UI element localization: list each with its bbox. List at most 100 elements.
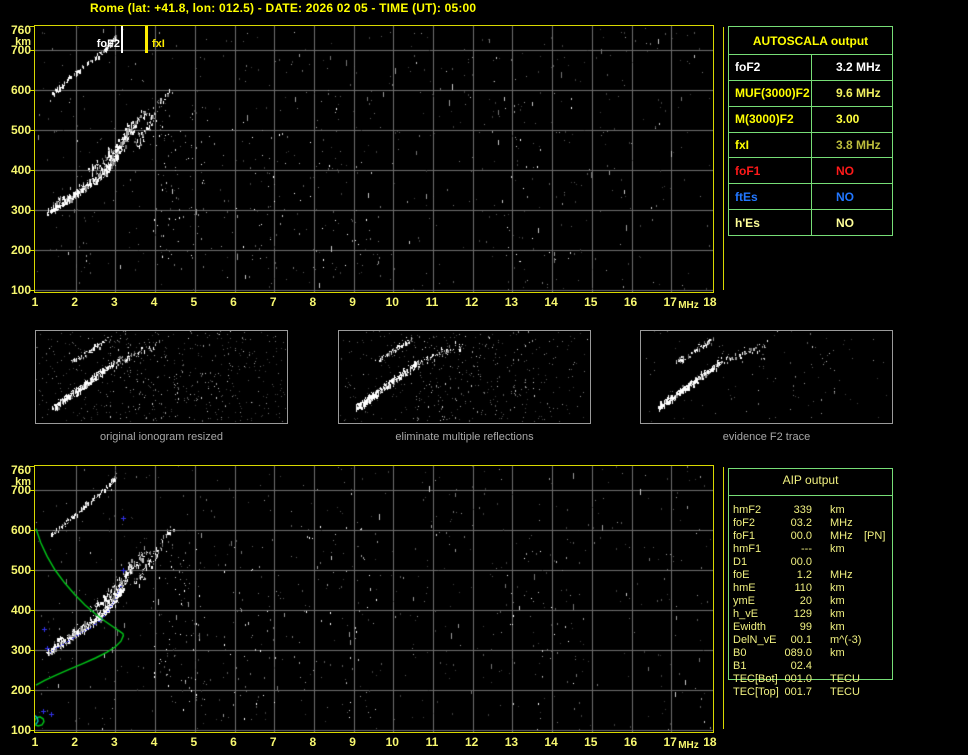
x-axis-tick-label: 12 xyxy=(465,735,479,749)
thumbnail-caption-evidence: evidence F2 trace xyxy=(722,431,811,443)
right-frame-line-top xyxy=(723,27,724,290)
autoscala-row-label: MUF(3000)F2 xyxy=(729,80,812,106)
x-axis-tick-label: 8 xyxy=(309,735,317,749)
fxi-marker-label: fxI xyxy=(152,38,165,50)
y-axis-tick-label: 700 xyxy=(10,43,31,57)
autoscala-table-header: AUTOSCALA output xyxy=(729,27,892,55)
aip-row: hmF1 --- km xyxy=(728,543,898,555)
thumbnail-original-ionogram xyxy=(35,330,288,424)
y-axis-tick-mark xyxy=(30,90,34,91)
fof2-marker-line xyxy=(121,26,124,53)
x-axis-tick-label: 6 xyxy=(230,735,237,749)
y-axis-tick-label: 760 xyxy=(10,463,31,477)
autoscala-row: ftEs NO xyxy=(729,184,892,211)
aip-row: D1 00.0 xyxy=(728,556,898,568)
x-axis-tick-label: 15 xyxy=(584,295,598,309)
y-axis-tick-mark xyxy=(30,466,34,467)
autoscala-row-value: NO xyxy=(836,189,854,204)
aip-row-value: 00.0 xyxy=(790,530,812,542)
x-axis-tick-label: 7 xyxy=(269,295,277,309)
x-axis-tick-label: 3 xyxy=(111,295,118,309)
x-axis-tick-label: 2 xyxy=(71,295,79,309)
y-axis-tick-mark xyxy=(30,570,34,571)
autoscala-row: h'Es NO xyxy=(729,210,892,236)
aip-row-value: --- xyxy=(801,543,812,555)
x-axis-tick-label: 15 xyxy=(584,735,598,749)
aip-row: ymE 20 km xyxy=(728,595,898,607)
aip-row: TEC[Top] 001.7 TECU xyxy=(728,686,898,698)
thumbnail-caption-original: original ionogram resized xyxy=(100,431,223,443)
aip-row: B0 089.0 km xyxy=(728,647,898,659)
aip-row: DelN_vE 00.1 m^(-3) xyxy=(728,634,898,646)
aip-row-name: foF2 xyxy=(733,517,756,529)
y-axis-tick-label: 500 xyxy=(10,563,31,577)
autoscala-row-value: 3.00 xyxy=(836,112,860,127)
page-title: Rome (lat: +41.8, lon: 012.5) - DATE: 20… xyxy=(90,1,477,15)
thumbnail-canvas-evidence xyxy=(641,331,892,423)
autoscala-row: foF1 NO xyxy=(729,158,892,185)
aip-row-unit: TECU xyxy=(830,673,860,685)
y-axis-tick-mark xyxy=(30,610,34,611)
aip-row-value: 110 xyxy=(794,582,812,594)
autoscala-row-value: 3.8 MHz xyxy=(836,138,881,152)
aip-row-unit: km xyxy=(830,621,845,633)
autoscala-row-value: NO xyxy=(836,215,854,230)
aip-row-name: B1 xyxy=(733,660,747,672)
ionogram-canvas-top xyxy=(35,26,713,292)
aip-row: Ewidth 99 km xyxy=(728,621,898,633)
aip-row-unit: TECU xyxy=(830,686,860,698)
x-axis-tick-label: 3 xyxy=(111,735,118,749)
y-axis-tick-mark xyxy=(30,650,34,651)
autoscala-screen: Rome (lat: +41.8, lon: 012.5) - DATE: 20… xyxy=(0,0,968,755)
x-axis-tick-label: 4 xyxy=(150,735,158,749)
thumbnail-canvas-original xyxy=(36,331,287,423)
y-axis-tick-label: 400 xyxy=(10,603,31,617)
autoscala-row-value: NO xyxy=(836,163,854,178)
y-axis-tick-label: 300 xyxy=(10,203,31,217)
x-axis-tick-label: 10 xyxy=(385,295,399,309)
x-axis-tick-label: 14 xyxy=(544,295,558,309)
aip-row-value: 02.4 xyxy=(790,660,812,672)
aip-row-unit: km xyxy=(830,595,845,607)
aip-row-unit: MHz xyxy=(830,517,853,529)
y-axis-tick-label: 600 xyxy=(10,523,31,537)
x-axis-tick-label: 13 xyxy=(504,295,519,309)
aip-row-unit: km xyxy=(830,543,845,555)
aip-row-unit: km xyxy=(830,504,845,516)
x-axis-tick-label: 12 xyxy=(465,295,479,309)
aip-row-name: B0 xyxy=(733,647,747,659)
ionogram-plot-bottom xyxy=(34,465,714,733)
autoscala-row-label: fxI xyxy=(729,132,812,158)
autoscala-output-table: AUTOSCALA output foF2 3.2 MHz MUF(3000)F2 9… xyxy=(728,26,893,236)
aip-table-header: AIP output xyxy=(782,473,839,487)
y-axis-tick-mark xyxy=(30,210,34,211)
aip-row-value: 99 xyxy=(799,621,812,633)
autoscala-row: MUF(3000)F2 9.6 MHz xyxy=(729,80,892,107)
x-axis-unit: MHz xyxy=(678,300,699,311)
x-axis-tick-label: 9 xyxy=(349,735,356,749)
y-axis-tick-mark xyxy=(30,290,34,291)
aip-row-value: 129 xyxy=(793,608,812,620)
x-axis-tick-label: 2 xyxy=(71,735,79,749)
thumbnail-evidence-f2 xyxy=(640,330,893,424)
aip-row-unit: m^(-3) xyxy=(830,634,862,646)
x-axis-tick-label: 16 xyxy=(623,295,638,309)
aip-row-value: 001.0 xyxy=(784,673,812,685)
y-axis-tick-label: 300 xyxy=(10,643,31,657)
x-axis-tick-label: 4 xyxy=(150,295,158,309)
y-axis-tick-mark xyxy=(30,530,34,531)
aip-row: B1 02.4 xyxy=(728,660,898,672)
x-axis-tick-label: 18 xyxy=(703,735,717,749)
aip-row-unit: km xyxy=(830,582,845,594)
right-frame-line-bottom xyxy=(723,467,724,729)
thumbnail-eliminate-reflections xyxy=(338,330,591,424)
fxi-marker-line xyxy=(145,26,149,53)
x-axis-tick-label: 5 xyxy=(190,295,198,309)
aip-row-name: foF1 xyxy=(733,530,756,542)
x-axis-tick-label: 16 xyxy=(623,735,638,749)
aip-row: hmF2 339 km xyxy=(728,504,898,516)
aip-row-value: 03.2 xyxy=(790,517,812,529)
aip-row-name: ymE xyxy=(733,595,755,607)
aip-row: foE 1.2 MHz xyxy=(728,569,898,581)
x-axis-tick-label: 11 xyxy=(425,735,439,749)
